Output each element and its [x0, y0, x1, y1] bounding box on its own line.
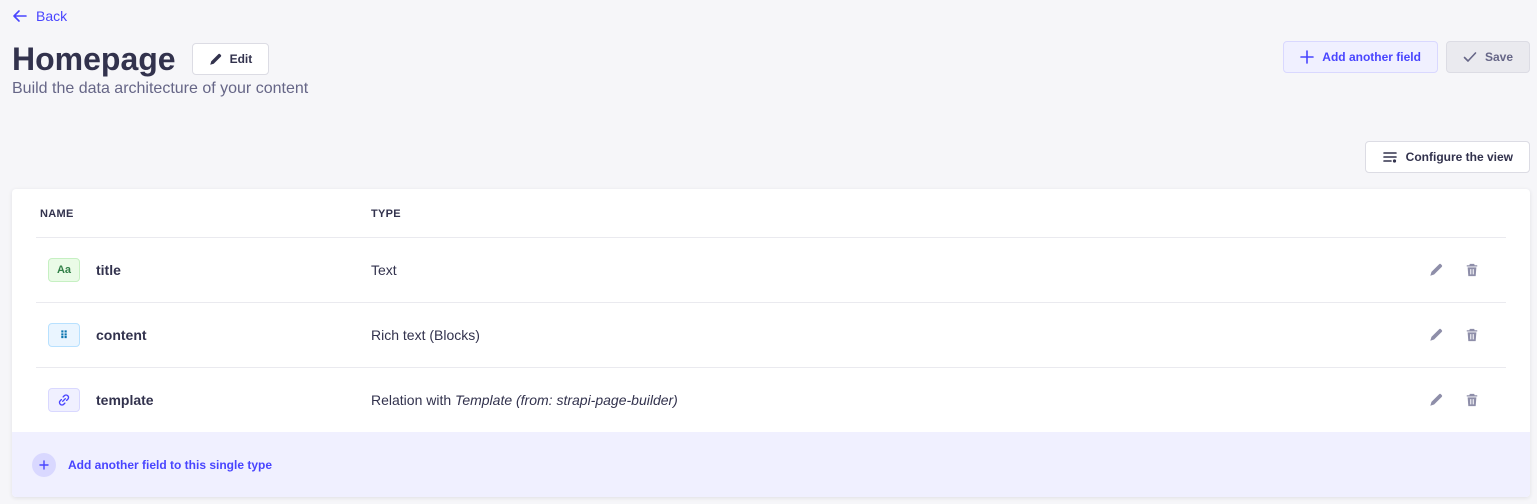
- delete-field-button[interactable]: [1464, 327, 1480, 343]
- trash-icon: [1466, 263, 1478, 277]
- field-type-text: Text: [371, 262, 397, 278]
- add-field-to-single-type-label: Add another field to this single type: [68, 457, 273, 472]
- table-row[interactable]: template Relation with Template (from: s…: [36, 368, 1506, 433]
- edit-field-button[interactable]: [1428, 327, 1444, 343]
- back-label: Back: [36, 8, 68, 24]
- add-field-to-single-type-button[interactable]: Add another field to this single type: [12, 432, 1530, 497]
- configure-view-button[interactable]: Configure the view: [1364, 141, 1530, 173]
- text-icon-glyph: Aa: [56, 264, 72, 276]
- plus-icon: [1300, 50, 1315, 64]
- delete-field-button[interactable]: [1464, 392, 1480, 408]
- add-another-field-label: Add another field: [1322, 50, 1421, 64]
- arrow-left-icon: [13, 10, 27, 22]
- column-header-type: TYPE: [371, 208, 401, 220]
- column-header-name: NAME: [40, 208, 74, 220]
- trash-icon: [1466, 393, 1478, 407]
- field-type-text: Relation with: [371, 392, 456, 408]
- blocks-icon: ⠿: [48, 323, 80, 347]
- trash-icon: [1466, 328, 1478, 342]
- relation-icon: [48, 388, 80, 412]
- text-icon: Aa: [48, 258, 80, 282]
- table-header: NAME TYPE: [36, 189, 1506, 238]
- field-type: Text: [371, 262, 397, 278]
- edit-label: Edit: [229, 52, 253, 66]
- blocks-icon-glyph: ⠿: [59, 329, 69, 342]
- field-name: content: [96, 327, 147, 343]
- page-title: Homepage: [12, 41, 176, 77]
- save-button[interactable]: Save: [1445, 41, 1530, 73]
- configure-view-label: Configure the view: [1405, 150, 1513, 164]
- field-name: template: [96, 392, 154, 408]
- pencil-icon: [209, 53, 221, 65]
- link-icon: [58, 394, 70, 406]
- field-type: Rich text (Blocks): [371, 327, 480, 343]
- list-settings-icon: [1382, 152, 1397, 163]
- field-type-text: Rich text (Blocks): [371, 327, 480, 343]
- field-type: Relation with Template (from: strapi-pag…: [371, 392, 678, 408]
- table-row[interactable]: ⠿ content Rich text (Blocks): [36, 303, 1506, 368]
- delete-field-button[interactable]: [1464, 262, 1480, 278]
- pencil-icon: [1430, 393, 1443, 406]
- edit-field-button[interactable]: [1428, 392, 1444, 408]
- back-link[interactable]: Back: [12, 8, 67, 24]
- save-label: Save: [1484, 50, 1513, 64]
- table-row[interactable]: Aa title Text: [36, 238, 1506, 303]
- field-name: title: [96, 262, 121, 278]
- check-icon: [1463, 52, 1477, 62]
- title-row: Homepage Edit: [12, 40, 270, 78]
- plus-circle-icon: [32, 452, 56, 477]
- page-subtitle: Build the data architecture of your cont…: [12, 80, 309, 97]
- pencil-icon: [1430, 263, 1443, 276]
- edit-button[interactable]: Edit: [191, 43, 270, 75]
- edit-field-button[interactable]: [1428, 262, 1444, 278]
- field-type-target: Template (from: strapi-page-builder): [455, 392, 678, 408]
- header-actions: Add another field Save: [1283, 41, 1530, 73]
- fields-table: NAME TYPE Aa title Text ⠿ content Rich t…: [12, 189, 1530, 497]
- pencil-icon: [1430, 328, 1443, 341]
- add-another-field-button[interactable]: Add another field: [1283, 41, 1438, 73]
